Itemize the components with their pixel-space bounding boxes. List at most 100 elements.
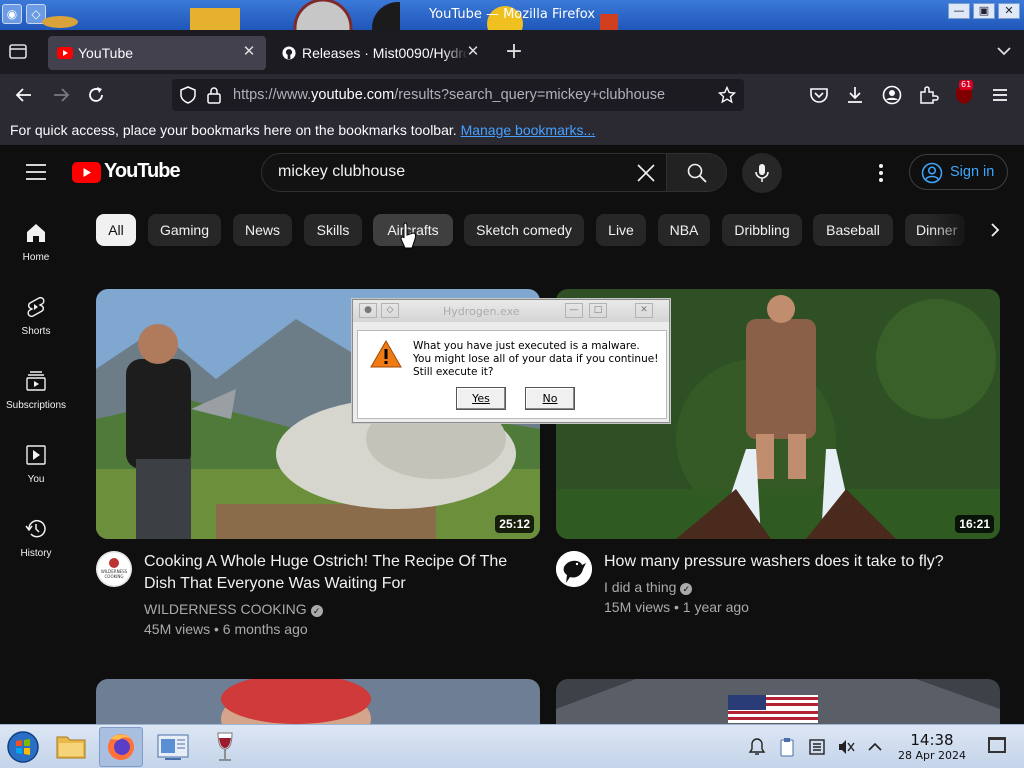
volume-muted-icon[interactable] [836, 737, 856, 757]
youtube-icon [57, 47, 73, 59]
video-title[interactable]: How many pressure washers does it take t… [604, 551, 984, 573]
chevron-down-icon[interactable] [996, 44, 1012, 58]
manage-bookmarks-link[interactable]: Manage bookmarks... [461, 122, 596, 138]
chip-fade [930, 212, 980, 248]
clear-search-icon[interactable] [636, 163, 656, 183]
video-title[interactable]: Cooking A Whole Huge Ostrich! The Recipe… [144, 551, 524, 595]
video-duration: 16:21 [955, 515, 994, 533]
start-menu-icon [7, 731, 39, 763]
chip-skills[interactable]: Skills [304, 214, 362, 246]
search-button[interactable] [666, 153, 727, 192]
sidebar-item-history[interactable]: History [0, 518, 72, 559]
dialog-pin-icon[interactable]: ◇ [381, 303, 399, 318]
bookmark-star-icon[interactable] [718, 86, 736, 104]
dialog-maximize-icon[interactable]: □ [589, 303, 607, 318]
malware-warning-dialog: ● ◇ Hydrogen.exe — □ ✕ What you have jus… [352, 299, 670, 423]
sidebar-item-shorts[interactable]: Shorts [0, 296, 72, 337]
chip-baseball[interactable]: Baseball [813, 214, 893, 246]
chip-gaming[interactable]: Gaming [148, 214, 221, 246]
search-box[interactable] [261, 153, 667, 192]
you-icon [26, 445, 46, 465]
search-icon [687, 163, 707, 183]
sidebar-label: Shorts [21, 326, 51, 337]
dialog-titlebar[interactable]: ● ◇ Hydrogen.exe — □ ✕ [353, 300, 669, 322]
video-thumbnail[interactable] [556, 679, 1000, 724]
video-thumbnail[interactable] [96, 679, 540, 724]
clipboard-icon[interactable] [777, 737, 797, 757]
chip-live[interactable]: Live [596, 214, 646, 246]
close-button[interactable]: ✕ [998, 3, 1020, 19]
url-bar[interactable]: https://www.youtube.com/results?search_q… [172, 79, 744, 111]
pocket-icon[interactable] [808, 84, 830, 106]
back-icon[interactable] [13, 84, 35, 106]
taskbar-firefox[interactable] [99, 727, 143, 767]
sign-in-button[interactable]: Sign in [909, 154, 1008, 190]
chip-sketch-comedy[interactable]: Sketch comedy [464, 214, 584, 246]
chevron-right-icon[interactable] [985, 220, 1005, 240]
chip-all[interactable]: All [96, 214, 136, 246]
task-manager-icon[interactable] [807, 737, 827, 757]
microphone-icon [755, 164, 769, 182]
firefox-icon [108, 734, 134, 760]
window-title: YouTube — Mozilla Firefox [428, 7, 596, 22]
tab-label: YouTube [78, 45, 134, 61]
forward-icon[interactable] [50, 84, 72, 106]
sidebar-label: Subscriptions [5, 400, 67, 411]
lock-icon[interactable] [206, 86, 222, 104]
account-icon[interactable] [881, 84, 903, 106]
voice-search-button[interactable] [742, 153, 782, 193]
navigation-toolbar: https://www.youtube.com/results?search_q… [0, 74, 1024, 116]
channel-name[interactable]: I did a thing ✓ [604, 579, 693, 595]
expand-tray-icon[interactable] [865, 737, 885, 757]
window-titlebar[interactable]: ◉ ◇ YouTube — Mozilla Firefox — ▣ ✕ [0, 0, 1024, 30]
channel-avatar[interactable] [556, 551, 592, 587]
show-desktop-button[interactable] [988, 737, 1006, 753]
channel-avatar[interactable]: WILDERNESS COOKING [96, 551, 132, 587]
mouse-pointer-icon [400, 222, 417, 249]
taskbar-system-settings[interactable] [151, 727, 195, 767]
downloads-icon[interactable] [844, 84, 866, 106]
taskbar-wine[interactable] [203, 727, 247, 767]
thumbnail-image [556, 679, 1000, 724]
hamburger-menu-icon[interactable] [989, 84, 1011, 106]
start-button[interactable] [1, 727, 45, 767]
notifications-icon[interactable] [747, 737, 767, 757]
tab-youtube[interactable]: YouTube ✕ [48, 36, 266, 70]
guide-menu-icon[interactable] [26, 164, 46, 180]
chip-nba[interactable]: NBA [658, 214, 710, 246]
sidebar-item-you[interactable]: You [0, 444, 72, 485]
chip-dribbling[interactable]: Dribbling [722, 214, 802, 246]
tab-releases[interactable]: Releases · Mist0090/Hydrogen ✕ [272, 36, 490, 70]
sidebar-item-home[interactable]: Home [0, 222, 72, 263]
taskbar-file-manager[interactable] [49, 727, 93, 767]
dialog-message: What you have just executed is a malware… [413, 340, 659, 378]
youtube-logo[interactable]: YouTube [72, 160, 181, 188]
sidebar-item-subscriptions[interactable]: Subscriptions [0, 370, 72, 411]
close-tab-icon[interactable]: ✕ [240, 43, 258, 61]
dialog-minimize-icon[interactable]: — [565, 303, 583, 318]
bookmarks-toolbar: For quick access, place your bookmarks h… [0, 116, 1024, 146]
new-tab-button[interactable]: + [502, 41, 526, 63]
chip-news[interactable]: News [233, 214, 292, 246]
url-text[interactable]: https://www.youtube.com/results?search_q… [233, 87, 713, 103]
yes-button[interactable]: Yes [456, 387, 506, 410]
reload-icon[interactable] [85, 84, 107, 106]
minimize-button[interactable]: — [948, 3, 970, 19]
dialog-menu-icon[interactable]: ● [359, 303, 377, 318]
thumbnail-image [96, 679, 540, 724]
youtube-logo-text: YouTube [104, 160, 181, 182]
search-input[interactable] [278, 163, 608, 181]
dialog-body: What you have just executed is a malware… [357, 330, 667, 419]
tab-label: Releases · Mist0090/Hydrogen [302, 45, 468, 61]
no-button[interactable]: No [525, 387, 575, 410]
list-all-tabs-icon[interactable] [8, 42, 30, 62]
close-tab-icon[interactable]: ✕ [464, 43, 482, 61]
youtube-page: YouTube Sign in Home Shorts Subscription… [0, 146, 1024, 724]
clock[interactable]: 14:38 28 Apr 2024 [892, 731, 972, 762]
shield-icon[interactable] [179, 86, 197, 104]
dialog-close-icon[interactable]: ✕ [635, 303, 653, 318]
maximize-button[interactable]: ▣ [973, 3, 995, 19]
channel-name[interactable]: WILDERNESS COOKING ✓ [144, 601, 323, 617]
more-options-icon[interactable] [872, 162, 890, 184]
extensions-icon[interactable] [917, 84, 939, 106]
